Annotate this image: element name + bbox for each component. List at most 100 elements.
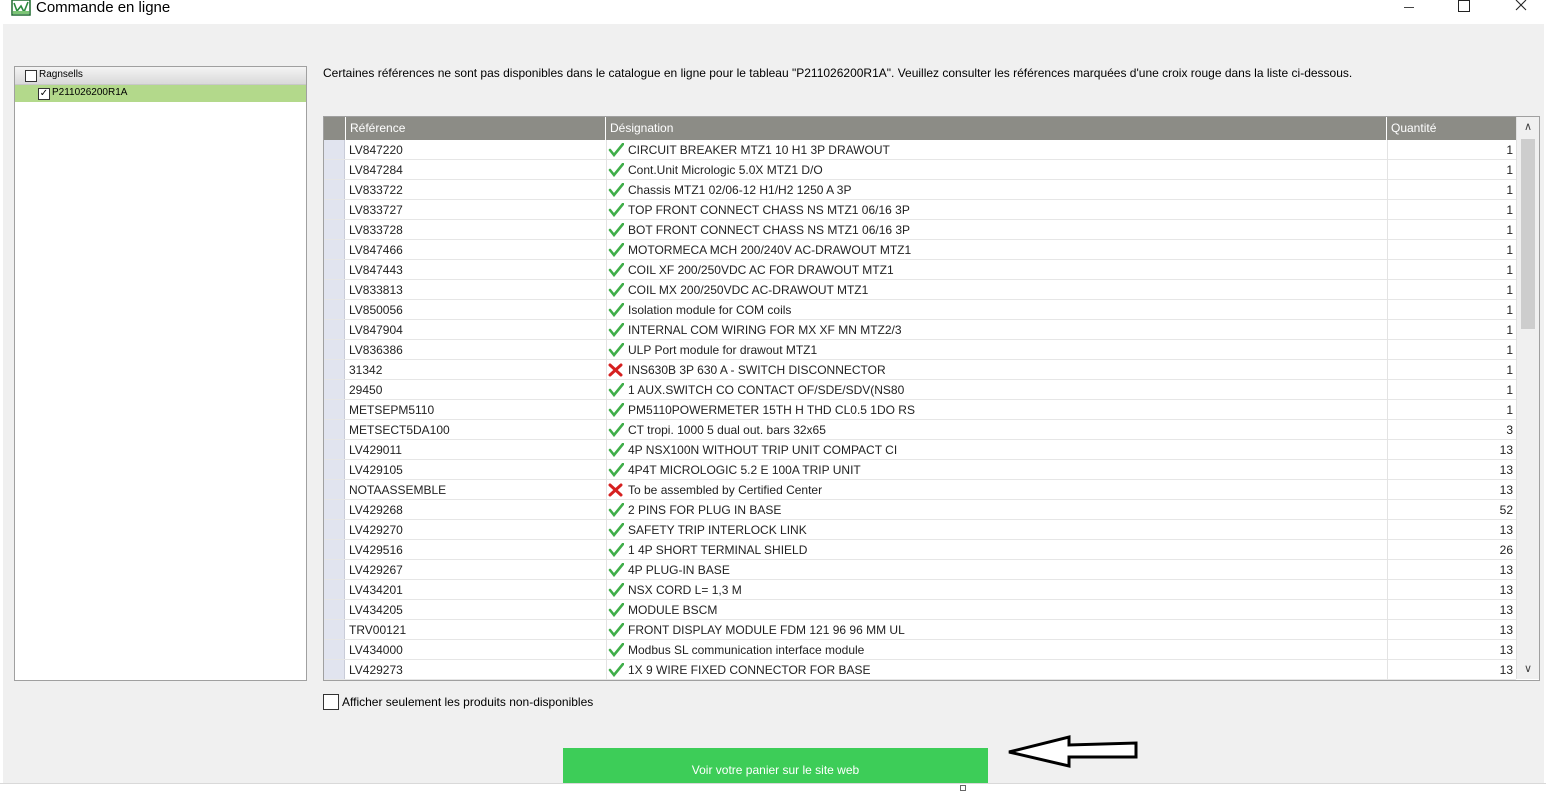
- table-row[interactable]: NOTAASSEMBLE To be assembled by Certified…: [324, 480, 1516, 500]
- available-check-icon: [608, 203, 624, 217]
- table-row[interactable]: LV847466 MOTORMECA MCH 200/240V AC-DRAWOU…: [324, 240, 1516, 260]
- row-selector[interactable]: [324, 580, 345, 599]
- table-row[interactable]: LV847284 Cont.Unit Micrologic 5.0X MTZ1 D…: [324, 160, 1516, 180]
- table-row[interactable]: LV833728 BOT FRONT CONNECT CHASS NS MTZ1 …: [324, 220, 1516, 240]
- row-selector[interactable]: [324, 540, 345, 559]
- row-selector[interactable]: [324, 320, 345, 339]
- cell-quantity: 1: [1506, 143, 1513, 157]
- table-row[interactable]: LV833722 Chassis MTZ1 02/06-12 H1/H2 1250…: [324, 180, 1516, 200]
- tree-item-label: P211026200R1A: [52, 87, 128, 98]
- cell-quantity: 1: [1506, 183, 1513, 197]
- row-selector[interactable]: [324, 460, 345, 479]
- row-selector[interactable]: [324, 160, 345, 179]
- table-row[interactable]: LV429516 1 4P SHORT TERMINAL SHIELD 26: [324, 540, 1516, 560]
- table-row[interactable]: LV833813 COIL MX 200/250VDC AC-DRAWOUT MT…: [324, 280, 1516, 300]
- cell-reference: LV429268: [349, 503, 403, 517]
- row-selector[interactable]: [324, 480, 345, 499]
- row-selector[interactable]: [324, 140, 345, 159]
- row-selector[interactable]: [324, 240, 345, 259]
- table-row[interactable]: LV429270 SAFETY TRIP INTERLOCK LINK 13: [324, 520, 1516, 540]
- row-selector[interactable]: [324, 300, 345, 319]
- close-button[interactable]: [1498, 0, 1544, 22]
- title-bar: Commande en ligne: [0, 0, 1546, 24]
- cell-designation: 4P PLUG-IN BASE: [628, 563, 730, 577]
- cell-quantity: 1: [1506, 263, 1513, 277]
- resize-grip[interactable]: [960, 785, 966, 791]
- tree-root-checkbox[interactable]: [25, 70, 37, 82]
- column-quantity[interactable]: Quantité: [1387, 117, 1516, 140]
- cell-quantity: 3: [1506, 423, 1513, 437]
- row-selector[interactable]: [324, 500, 345, 519]
- project-tree: Ragnsells ✓ P211026200R1A: [14, 66, 307, 681]
- row-selector[interactable]: [324, 600, 345, 619]
- cell-reference: LV847284: [349, 163, 403, 177]
- row-selector[interactable]: [324, 260, 345, 279]
- cell-designation: FRONT DISPLAY MODULE FDM 121 96 96 MM UL: [628, 623, 905, 637]
- row-selector[interactable]: [324, 360, 345, 379]
- table-row[interactable]: LV434000 Modbus SL communication interfac…: [324, 640, 1516, 660]
- cell-reference: LV836386: [349, 343, 403, 357]
- cell-reference: LV847443: [349, 263, 403, 277]
- cell-quantity: 13: [1499, 643, 1513, 657]
- cell-designation: To be assembled by Certified Center: [628, 483, 823, 497]
- table-row[interactable]: LV429267 4P PLUG-IN BASE 13: [324, 560, 1516, 580]
- row-selector[interactable]: [324, 640, 345, 659]
- cell-quantity: 13: [1499, 463, 1513, 477]
- table-row[interactable]: LV429273 1X 9 WIRE FIXED CONNECTOR FOR BA…: [324, 660, 1516, 680]
- column-reference[interactable]: Référence: [346, 117, 606, 140]
- table-row[interactable]: LV429268 2 PINS FOR PLUG IN BASE 52: [324, 500, 1516, 520]
- table-row[interactable]: LV429011 4P NSX100N WITHOUT TRIP UNIT COM…: [324, 440, 1516, 460]
- table-row[interactable]: 31342 INS630B 3P 630 A - SWITCH DISCONNEC…: [324, 360, 1516, 380]
- table-row[interactable]: 29450 1 AUX.SWITCH CO CONTACT OF/SDE/SDV(…: [324, 380, 1516, 400]
- table-row[interactable]: LV847220 CIRCUIT BREAKER MTZ1 10 H1 3P DR…: [324, 140, 1516, 160]
- row-selector[interactable]: [324, 420, 345, 439]
- row-selector[interactable]: [324, 660, 345, 679]
- cell-reference: LV429273: [349, 663, 403, 677]
- view-cart-website-button[interactable]: Voir votre panier sur le site web: [563, 748, 988, 783]
- cell-quantity: 13: [1499, 583, 1513, 597]
- row-selector[interactable]: [324, 340, 345, 359]
- row-selector[interactable]: [324, 620, 345, 639]
- table-row[interactable]: LV429105 4P4T MICROLOGIC 5.2 E 100A TRIP …: [324, 460, 1516, 480]
- row-selector[interactable]: [324, 220, 345, 239]
- row-selector[interactable]: [324, 520, 345, 539]
- row-selector[interactable]: [324, 440, 345, 459]
- cell-designation: 1 AUX.SWITCH CO CONTACT OF/SDE/SDV(NS80: [628, 383, 905, 397]
- cell-quantity: 13: [1499, 443, 1513, 457]
- table-row[interactable]: LV833727 TOP FRONT CONNECT CHASS NS MTZ1 …: [324, 200, 1516, 220]
- tree-root-item[interactable]: Ragnsells: [15, 67, 306, 85]
- cell-designation: ULP Port module for drawout MTZ1: [628, 343, 818, 357]
- table-row[interactable]: TRV00121 FRONT DISPLAY MODULE FDM 121 96 …: [324, 620, 1516, 640]
- tree-item-panel[interactable]: ✓ P211026200R1A: [15, 85, 306, 102]
- table-row[interactable]: LV434205 MODULE BSCM 13: [324, 600, 1516, 620]
- scroll-down-icon[interactable]: ∨: [1517, 659, 1539, 679]
- table-row[interactable]: LV847443 COIL XF 200/250VDC AC FOR DRAWOU…: [324, 260, 1516, 280]
- scroll-up-icon[interactable]: ∧: [1517, 117, 1539, 137]
- scroll-thumb[interactable]: [1521, 139, 1535, 329]
- row-selector[interactable]: [324, 280, 345, 299]
- cell-reference: LV847466: [349, 243, 403, 257]
- minimize-button[interactable]: [1386, 0, 1432, 22]
- table-row[interactable]: METSECT5DA100 CT tropi. 1000 5 dual out. …: [324, 420, 1516, 440]
- column-designation[interactable]: Désignation: [606, 117, 1387, 140]
- cell-reference: LV429267: [349, 563, 403, 577]
- row-selector[interactable]: [324, 560, 345, 579]
- table-row[interactable]: METSEPM5110 PM5110POWERMETER 15TH H THD C…: [324, 400, 1516, 420]
- cell-reference: LV429516: [349, 543, 403, 557]
- row-selector[interactable]: [324, 400, 345, 419]
- cell-quantity: 13: [1499, 623, 1513, 637]
- table-row[interactable]: LV434201 NSX CORD L= 1,3 M 13: [324, 580, 1516, 600]
- table-row[interactable]: LV847904 INTERNAL COM WIRING FOR MX XF MN…: [324, 320, 1516, 340]
- vertical-scrollbar[interactable]: ∧ ∨: [1516, 117, 1539, 679]
- row-selector[interactable]: [324, 180, 345, 199]
- table-row[interactable]: LV836386 ULP Port module for drawout MTZ1…: [324, 340, 1516, 360]
- table-row[interactable]: LV850056 Isolation module for COM coils 1: [324, 300, 1516, 320]
- row-selector[interactable]: [324, 380, 345, 399]
- cell-reference: LV429270: [349, 523, 403, 537]
- row-selector[interactable]: [324, 200, 345, 219]
- filter-unavailable-checkbox[interactable]: [323, 694, 339, 710]
- maximize-button[interactable]: [1440, 0, 1486, 22]
- tree-item-checkbox[interactable]: ✓: [38, 88, 50, 100]
- cell-designation: PM5110POWERMETER 15TH H THD CL0.5 1DO RS: [628, 403, 915, 417]
- cell-reference: LV833722: [349, 183, 403, 197]
